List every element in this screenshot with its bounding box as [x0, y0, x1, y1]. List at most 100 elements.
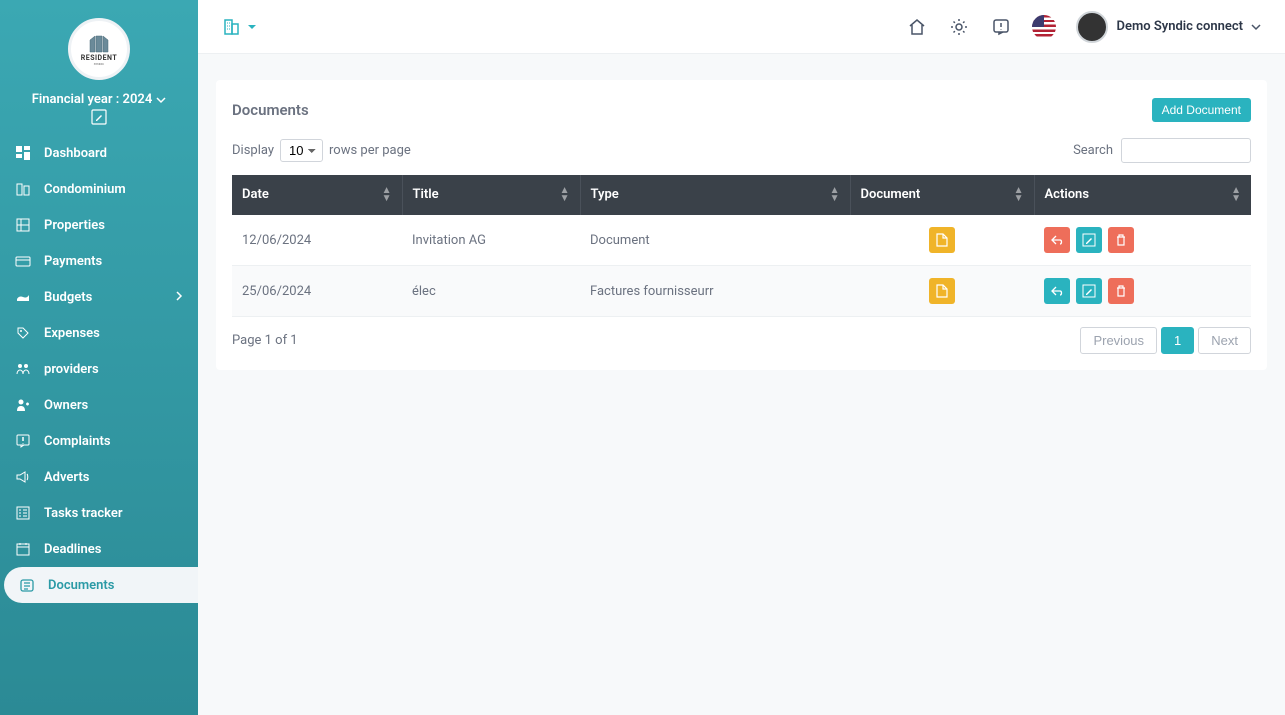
sidebar-item-expenses[interactable]: Expenses	[0, 315, 198, 351]
delete-button[interactable]	[1108, 278, 1134, 304]
alert-icon	[991, 17, 1011, 37]
column-date[interactable]: Date▲▼	[232, 175, 402, 215]
sidebar-item-dashboard[interactable]: Dashboard	[0, 135, 198, 171]
sidebar-item-label: Deadlines	[44, 542, 101, 557]
content: Documents Add Document Display 10 rows p…	[198, 54, 1285, 396]
documents-table: Date▲▼ Title▲▼ Type▲▼ Document▲▼ Actions…	[232, 175, 1251, 317]
table-row: 25/06/2024 élec Factures fournisseurr	[232, 266, 1251, 317]
tasks-icon	[14, 504, 32, 522]
logo-icon	[86, 32, 112, 54]
edit-icon	[1082, 284, 1096, 298]
financial-year-selector[interactable]: Financial year : 2024	[0, 88, 198, 109]
sidebar-item-documents[interactable]: Documents	[4, 567, 198, 603]
complaints-icon	[14, 432, 32, 450]
delete-button[interactable]	[1108, 227, 1134, 253]
cell-date: 25/06/2024	[232, 266, 402, 317]
documents-icon	[18, 576, 36, 594]
view-document-button[interactable]	[929, 278, 955, 304]
edit-button[interactable]	[1076, 227, 1102, 253]
reply-icon	[1050, 284, 1064, 298]
column-document[interactable]: Document▲▼	[850, 175, 1034, 215]
caret-down-icon	[246, 21, 258, 33]
reply-button[interactable]	[1044, 278, 1070, 304]
rows-per-page-label: rows per page	[329, 143, 411, 158]
expenses-icon	[14, 324, 32, 342]
cell-type: Document	[580, 215, 850, 266]
sidebar-item-owners[interactable]: Owners	[0, 387, 198, 423]
user-name: Demo Syndic connect	[1116, 19, 1243, 34]
notifications-button[interactable]	[990, 16, 1012, 38]
deadlines-icon	[14, 540, 32, 558]
add-document-button[interactable]: Add Document	[1152, 98, 1251, 122]
sidebar-item-providers[interactable]: providers	[0, 351, 198, 387]
sidebar-item-payments[interactable]: Payments	[0, 243, 198, 279]
sidebar-item-label: Condominium	[44, 182, 126, 197]
edit-button[interactable]	[1076, 278, 1102, 304]
building-icon	[222, 17, 242, 37]
page-info: Page 1 of 1	[232, 333, 298, 348]
column-title[interactable]: Title▲▼	[402, 175, 580, 215]
sidebar-item-adverts[interactable]: Adverts	[0, 459, 198, 495]
home-button[interactable]	[906, 16, 928, 38]
language-selector[interactable]	[1032, 15, 1056, 39]
documents-card: Documents Add Document Display 10 rows p…	[216, 80, 1267, 370]
page-1-button[interactable]: 1	[1161, 327, 1194, 354]
properties-icon	[14, 216, 32, 234]
sidebar-item-complaints[interactable]: Complaints	[0, 423, 198, 459]
sidebar-item-label: Expenses	[44, 326, 100, 341]
trash-icon	[1114, 284, 1128, 298]
payments-icon	[14, 252, 32, 270]
sidebar-item-label: Payments	[44, 254, 102, 269]
column-actions[interactable]: Actions▲▼	[1034, 175, 1251, 215]
settings-button[interactable]	[948, 16, 970, 38]
view-document-button[interactable]	[929, 227, 955, 253]
chevron-down-icon	[156, 95, 166, 105]
previous-button[interactable]: Previous	[1080, 327, 1157, 354]
avatar	[1076, 11, 1108, 43]
sidebar-item-label: Documents	[48, 578, 114, 593]
logo-text: RESIDENT	[81, 54, 117, 62]
gear-icon	[949, 17, 969, 37]
main: Demo Syndic connect Documents Add Docume…	[198, 0, 1285, 715]
chevron-down-icon	[1251, 22, 1261, 32]
sidebar-item-label: Adverts	[44, 470, 89, 485]
table-row: 12/06/2024 Invitation AG Document	[232, 215, 1251, 266]
reply-button[interactable]	[1044, 227, 1070, 253]
next-button[interactable]: Next	[1198, 327, 1251, 354]
edit-button[interactable]	[0, 109, 198, 135]
logo: RESIDENT SYNDIC	[0, 0, 198, 88]
sidebar-item-label: Complaints	[44, 434, 111, 449]
sidebar-item-label: Dashboard	[44, 146, 107, 161]
sidebar-item-label: Properties	[44, 218, 105, 233]
sidebar-item-condominium[interactable]: Condominium	[0, 171, 198, 207]
sidebar-item-label: Budgets	[44, 290, 92, 305]
file-icon	[936, 284, 948, 298]
sidebar-item-label: Owners	[44, 398, 88, 413]
file-icon	[936, 233, 948, 247]
sidebar-item-deadlines[interactable]: Deadlines	[0, 531, 198, 567]
pagination: Previous 1 Next	[1080, 327, 1251, 354]
search-label: Search	[1073, 143, 1113, 158]
logo-subtext: SYNDIC	[94, 62, 104, 66]
edit-icon	[91, 109, 107, 125]
rows-per-page-select[interactable]: 10	[280, 139, 323, 162]
sidebar-item-tasks-tracker[interactable]: Tasks tracker	[0, 495, 198, 531]
chevron-right-icon	[174, 290, 184, 305]
building-selector[interactable]	[222, 17, 258, 37]
cell-type: Factures fournisseurr	[580, 266, 850, 317]
financial-year-label: Financial year : 2024	[32, 92, 153, 107]
logo-circle: RESIDENT SYNDIC	[68, 18, 130, 80]
sidebar-item-properties[interactable]: Properties	[0, 207, 198, 243]
search-input[interactable]	[1121, 138, 1251, 163]
sidebar-item-budgets[interactable]: Budgets	[0, 279, 198, 315]
condominium-icon	[14, 180, 32, 198]
display-label: Display	[232, 143, 274, 158]
user-menu[interactable]: Demo Syndic connect	[1076, 11, 1261, 43]
sidebar-item-label: Tasks tracker	[44, 506, 123, 521]
cell-date: 12/06/2024	[232, 215, 402, 266]
topbar: Demo Syndic connect	[198, 0, 1285, 54]
column-type[interactable]: Type▲▼	[580, 175, 850, 215]
reply-icon	[1050, 233, 1064, 247]
owners-icon	[14, 396, 32, 414]
home-icon	[907, 17, 927, 37]
